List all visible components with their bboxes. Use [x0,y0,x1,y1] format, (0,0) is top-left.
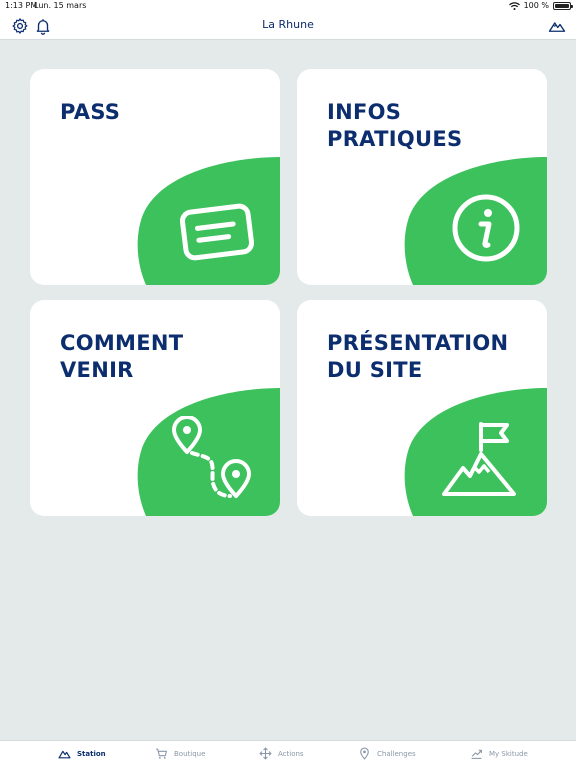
mountain-flag-icon [442,422,516,496]
card-title: INFOS PRATIQUES [327,100,463,151]
card-presentation-du-site[interactable]: PRÉSENTATION DU SITE [297,300,547,516]
battery-icon [553,1,573,10]
chart-up-icon [471,749,482,759]
mountain-icon [58,750,71,759]
card-pass[interactable]: PASS [30,69,280,285]
bottom-tab-bar: Station Boutique Actions Challenges My S… [0,740,576,768]
card-title: PRÉSENTATION DU SITE [327,331,509,382]
info-icon [452,194,520,262]
move-arrows-icon [259,747,272,760]
tab-label: My Skitude [489,749,528,758]
status-right: 100 % [508,1,573,10]
top-header: La Rhune [0,12,576,40]
tab-label: Station [77,749,106,758]
route-pins-icon [172,416,251,498]
tab-station[interactable]: Station [58,747,106,760]
card-infos-pratiques[interactable]: INFOS PRATIQUES [297,69,547,285]
card-title: COMMENT VENIR [60,331,184,382]
tab-my-skitude[interactable]: My Skitude [470,747,528,760]
tab-challenges[interactable]: Challenges [358,747,416,760]
cart-icon [156,748,167,759]
status-time: 1:13 PM [5,1,38,10]
map-pin-icon [360,747,369,760]
mountain-icon[interactable] [548,17,566,35]
page-title: La Rhune [262,18,314,31]
wifi-icon [508,1,520,10]
card-title: PASS [60,100,121,124]
tab-boutique[interactable]: Boutique [155,747,205,760]
card-comment-venir[interactable]: COMMENT VENIR [30,300,280,516]
tab-label: Boutique [174,749,206,758]
tab-actions[interactable]: Actions [259,747,304,760]
tab-label: Actions [278,749,304,758]
status-bar: 1:13 PM Lun. 15 mars 100 % [0,0,576,12]
ticket-icon [180,203,254,261]
tab-label: Challenges [377,749,416,758]
status-date: Lun. 15 mars [34,1,87,10]
battery-percent: 100 % [523,1,549,10]
